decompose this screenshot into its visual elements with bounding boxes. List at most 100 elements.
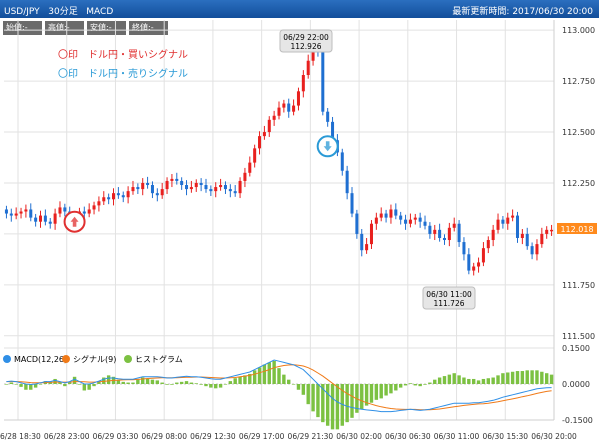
time-tick-label: 06/30 15:30: [482, 432, 528, 441]
histogram-bar: [282, 374, 286, 384]
candle-body: [545, 229, 549, 234]
histogram-bar: [238, 376, 242, 384]
low-callout-value: 111.726: [433, 299, 464, 308]
candle-body: [248, 162, 252, 173]
candle-body: [24, 209, 28, 212]
histogram-bar: [82, 384, 87, 391]
candle-body: [496, 219, 500, 230]
candle-body: [204, 185, 208, 190]
time-tick-label: 06/30 06:30: [385, 432, 431, 441]
candle-body: [282, 103, 286, 108]
histogram-bar: [535, 370, 539, 384]
histogram-bar: [194, 383, 198, 384]
histogram-bar: [145, 378, 150, 384]
histogram-bar: [520, 371, 525, 384]
candle-body: [413, 217, 417, 220]
candle-body: [253, 148, 257, 163]
histogram-bar: [53, 378, 57, 384]
histogram-bar: [296, 384, 301, 390]
high-callout-value: 112.926: [290, 42, 321, 51]
histogram-bar: [170, 384, 174, 385]
candle-body: [501, 219, 505, 224]
candle-body: [146, 182, 150, 186]
histogram-bar: [223, 384, 228, 385]
histogram-bar: [311, 384, 315, 412]
candle-body: [150, 185, 154, 194]
candle-body: [14, 213, 18, 216]
buy-signal-marker: [63, 210, 86, 233]
candle-body: [136, 187, 140, 190]
candle-body: [350, 193, 354, 214]
macd-tick-label: 0.1500: [562, 344, 590, 353]
histogram-bar: [58, 382, 62, 384]
sell-signal-marker: [316, 135, 339, 158]
histogram-bar: [218, 384, 223, 388]
candle-body: [525, 233, 529, 247]
candle-body: [34, 217, 38, 222]
histogram-bar: [379, 384, 383, 399]
candle-body: [418, 217, 422, 222]
histogram-bar: [389, 384, 393, 394]
histogram-bar: [160, 382, 164, 384]
histogram-legend-label: ヒストグラム: [135, 354, 183, 364]
low-callout: 06/30 11:00 111.726: [422, 286, 476, 310]
time-tick-label: 06/30 11:00: [434, 432, 480, 441]
histogram-bar: [471, 378, 476, 384]
candle-body: [29, 209, 33, 218]
candle-body: [53, 213, 57, 224]
macd-tick-label: -0.1500: [562, 416, 593, 425]
histogram-bar: [384, 384, 388, 396]
candle-body: [433, 229, 437, 234]
histogram-bar: [77, 384, 82, 385]
candle-body: [233, 191, 237, 194]
candle-body: [326, 111, 330, 122]
time-tick-label: 06/29 12:30: [190, 432, 236, 441]
histogram-bar: [262, 364, 267, 384]
histogram-bar: [9, 382, 14, 384]
candle-body: [442, 237, 446, 241]
histogram-bar: [121, 381, 125, 384]
signal-legend-dot: [62, 355, 70, 363]
macd-legend-dot: [3, 355, 11, 363]
candle-body: [301, 75, 305, 92]
histogram-bar: [437, 377, 442, 384]
histogram-bar: [291, 384, 296, 385]
candle-body: [345, 170, 349, 194]
candle-body: [462, 242, 466, 255]
candle-body: [404, 219, 408, 224]
histogram-bar: [155, 380, 160, 384]
candle-body: [238, 180, 242, 194]
candle-body: [165, 180, 169, 190]
candle-body: [175, 178, 179, 181]
candle-body: [292, 105, 296, 112]
candle-body: [121, 195, 125, 198]
candle-body: [102, 197, 106, 202]
histogram-bar: [252, 370, 257, 384]
time-axis: 06/28 18:3006/28 23:0006/29 03:3006/29 0…: [0, 432, 577, 441]
candle-body: [452, 223, 456, 228]
histogram-bar: [481, 378, 486, 384]
high-callout: 06/29 22:00 112.926: [279, 29, 333, 53]
histogram-bar: [184, 381, 189, 384]
candle-body: [107, 197, 111, 200]
histogram-bar: [19, 384, 23, 387]
histogram-bar: [476, 380, 481, 384]
candle-body: [267, 119, 271, 133]
low-callout-time: 06/30 11:00: [426, 290, 472, 299]
candle-body: [19, 211, 23, 214]
histogram-bar: [549, 374, 554, 384]
histogram-bar: [63, 384, 67, 387]
chart-canvas[interactable]: 113.000 112.750 112.500 112.250 111.750 111.5…: [0, 0, 599, 444]
histogram-bar: [530, 370, 534, 384]
candle-body: [486, 240, 490, 249]
candle-body: [399, 215, 403, 220]
histogram-bar: [87, 384, 91, 390]
histogram-bar: [457, 375, 461, 384]
histogram-bar: [316, 384, 320, 418]
current-price-label: 112.018: [560, 225, 593, 234]
candle-body: [258, 136, 262, 149]
histogram-bar: [442, 376, 447, 384]
candle-body: [550, 229, 554, 232]
candle-body: [408, 219, 412, 224]
candle-body: [491, 229, 495, 241]
